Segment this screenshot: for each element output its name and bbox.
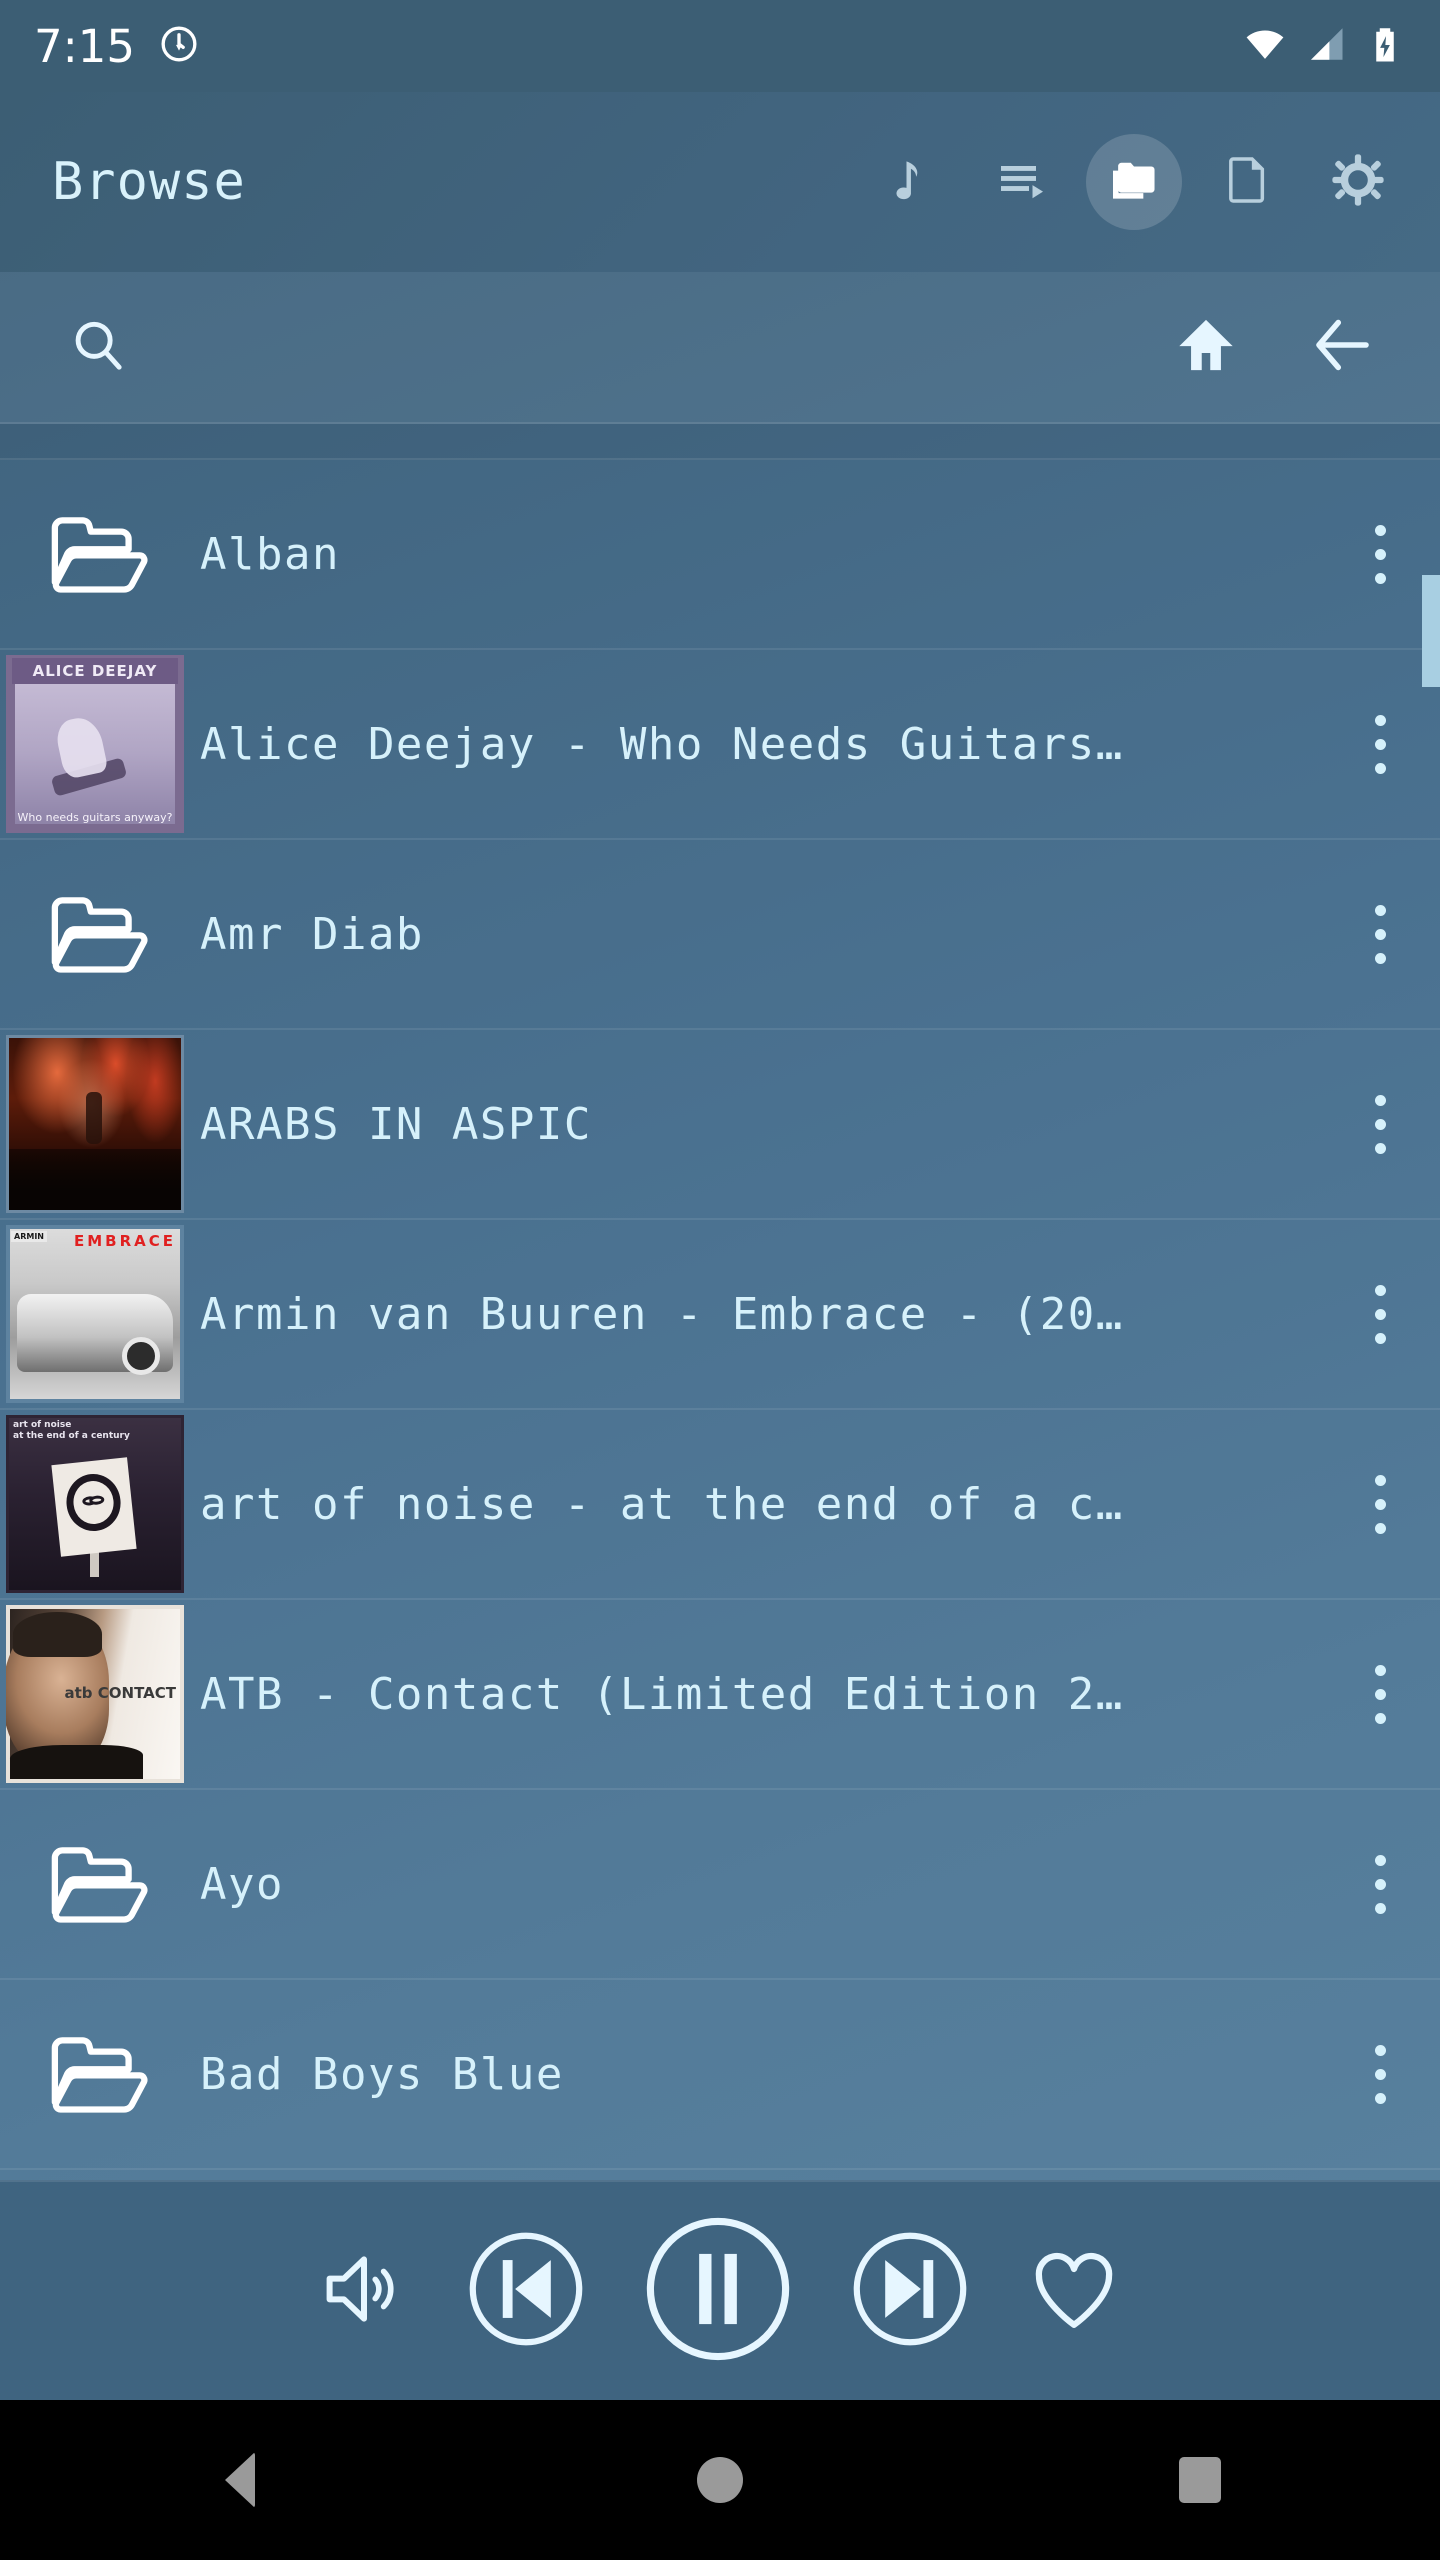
folder-icon — [0, 1789, 190, 1979]
gear-icon — [1329, 151, 1387, 213]
play-pause-button[interactable] — [640, 2211, 796, 2371]
previous-icon — [464, 2227, 588, 2355]
list-item[interactable]: Amr Diab — [0, 840, 1440, 1030]
app-bar: Browse — [0, 92, 1440, 272]
list-item-title: Ayo — [200, 1858, 284, 1910]
list-item-overflow-menu[interactable] — [1320, 839, 1440, 1029]
status-bar-clock: 7:15 — [34, 19, 136, 73]
album-art-title-text: atb CONTACT — [64, 1683, 176, 1702]
next-button[interactable] — [848, 2227, 972, 2355]
list-item-title: Alban — [200, 528, 340, 580]
album-art-caption-text: Who needs guitars anyway? — [17, 811, 173, 824]
player-controls-bar — [0, 2180, 1440, 2400]
list-scrollbar-thumb[interactable] — [1422, 575, 1440, 687]
app-bar-actions — [854, 126, 1440, 238]
alarm-icon — [159, 24, 199, 68]
album-art-title-text: EMBRACE — [73, 1232, 176, 1250]
list-item-overflow-menu[interactable] — [1320, 1599, 1440, 1789]
folder-icon — [0, 460, 190, 649]
android-home-button[interactable] — [620, 2400, 820, 2560]
browse-toolbar-right — [1154, 295, 1394, 399]
tab-playlist[interactable] — [966, 126, 1078, 238]
browse-toolbar — [0, 272, 1440, 424]
list-item-title: Armin van Buuren - Embrace - (20… — [200, 1288, 1124, 1340]
list-item[interactable]: ARABS IN ASPIC — [0, 1030, 1440, 1220]
browse-list[interactable]: Alban ALICE DEEJAY Who needs guitars any… — [0, 460, 1440, 2180]
favorite-heart-icon — [1024, 2239, 1124, 2343]
list-item[interactable]: Bad Boys Blue — [0, 1980, 1440, 2170]
list-item-title: ATB - Contact (Limited Edition 2… — [200, 1668, 1124, 1720]
wifi-icon — [1244, 23, 1286, 69]
search-icon — [67, 314, 129, 380]
android-back-icon — [225, 2452, 255, 2508]
album-art-band-text: ALICE DEEJAY — [12, 658, 178, 684]
android-back-button[interactable] — [140, 2400, 340, 2560]
tab-files[interactable] — [1190, 126, 1302, 238]
list-item-overflow-menu[interactable] — [1320, 1219, 1440, 1409]
list-item-title: ARABS IN ASPIC — [200, 1098, 592, 1150]
list-item-overflow-menu[interactable] — [1320, 1409, 1440, 1599]
favorite-button[interactable] — [1024, 2239, 1124, 2343]
album-art: art of noise at the end of a century — [0, 1409, 190, 1599]
tab-folders[interactable] — [1078, 126, 1190, 238]
volume-button[interactable] — [316, 2241, 412, 2341]
arrow-left-icon — [1310, 313, 1374, 381]
album-art: atb CONTACT — [0, 1599, 190, 1789]
list-item-overflow-menu[interactable] — [1320, 1789, 1440, 1979]
next-icon — [848, 2227, 972, 2355]
toolbar-divider-strip — [0, 424, 1440, 460]
android-home-icon — [697, 2457, 743, 2503]
album-art: ALICE DEEJAY Who needs guitars anyway? — [0, 649, 190, 839]
album-art — [0, 1029, 190, 1219]
status-bar-left: 7:15 — [34, 20, 199, 73]
status-bar-right — [1244, 23, 1406, 69]
status-bar: 7:15 — [0, 0, 1440, 92]
battery-charging-icon — [1364, 23, 1406, 69]
previous-button[interactable] — [464, 2227, 588, 2355]
list-item-title: art of noise - at the end of a c… — [200, 1478, 1124, 1530]
folders-icon — [1106, 152, 1162, 212]
android-navigation-bar — [0, 2400, 1440, 2560]
list-item-title: Bad Boys Blue — [200, 2048, 564, 2100]
list-item-title: Alice Deejay - Who Needs Guitars… — [200, 718, 1124, 770]
list-item[interactable]: atb CONTACT ATB - Contact (Limited Editi… — [0, 1600, 1440, 1790]
album-art-title-text: art of noise at the end of a century — [13, 1420, 130, 1441]
android-recents-icon — [1179, 2457, 1221, 2503]
list-item-title: Amr Diab — [200, 908, 424, 960]
music-note-icon — [882, 152, 938, 212]
list-item[interactable]: ALICE DEEJAY Who needs guitars anyway? A… — [0, 650, 1440, 840]
album-art: ARMIN EMBRACE — [0, 1219, 190, 1409]
android-recents-button[interactable] — [1100, 2400, 1300, 2560]
tab-settings[interactable] — [1302, 126, 1414, 238]
folder-icon — [0, 839, 190, 1029]
volume-icon — [316, 2241, 412, 2341]
tab-tracks[interactable] — [854, 126, 966, 238]
phone-screen: 7:15 Browse Alban ALICE DEEJAY Who needs… — [0, 0, 1440, 2560]
pause-icon — [640, 2211, 796, 2371]
file-icon — [1218, 152, 1274, 212]
page-title: Browse — [52, 152, 246, 212]
list-item[interactable]: Ayo — [0, 1790, 1440, 1980]
list-item-overflow-menu[interactable] — [1320, 1979, 1440, 2169]
list-item-overflow-menu[interactable] — [1320, 1029, 1440, 1219]
playlist-icon — [994, 152, 1050, 212]
list-item[interactable]: art of noise at the end of a century art… — [0, 1410, 1440, 1600]
back-up-button[interactable] — [1290, 295, 1394, 399]
home-icon — [1174, 313, 1238, 381]
search-button[interactable] — [46, 295, 150, 399]
cellular-signal-icon — [1304, 23, 1346, 69]
list-item[interactable]: ARMIN EMBRACE Armin van Buuren - Embrace… — [0, 1220, 1440, 1410]
list-item[interactable]: Alban — [0, 460, 1440, 650]
home-button[interactable] — [1154, 295, 1258, 399]
folder-icon — [0, 1979, 190, 2169]
